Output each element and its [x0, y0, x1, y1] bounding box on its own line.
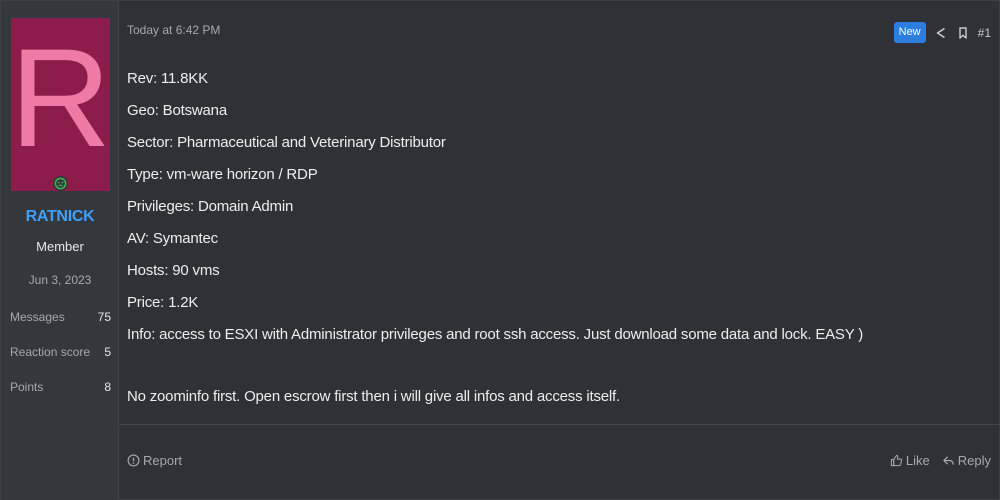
post-line: Sector: Pharmaceutical and Veterinary Di…	[127, 134, 446, 151]
post-date[interactable]: Today at 6:42 PM	[127, 23, 220, 37]
share-icon[interactable]	[934, 26, 948, 40]
stat-points: Points 8	[10, 378, 111, 413]
reply-button[interactable]: Reply	[942, 453, 991, 468]
stat-label: Messages	[10, 310, 65, 324]
post-line: Privileges: Domain Admin	[127, 198, 294, 215]
online-status-icon	[53, 176, 68, 191]
footer-actions: Like Reply	[890, 453, 991, 468]
like-label: Like	[905, 453, 930, 468]
avatar[interactable]: R	[11, 18, 110, 191]
footer-divider	[119, 424, 1000, 425]
username-link[interactable]: RATNICK	[1, 208, 119, 226]
report-button[interactable]: Report	[127, 453, 182, 468]
user-stats: Messages 75 Reaction score 5 Points 8	[10, 308, 111, 413]
reply-label: Reply	[957, 453, 991, 468]
new-badge: New	[893, 22, 926, 43]
post-line: Geo: Botswana	[127, 102, 227, 119]
stat-value: 5	[104, 345, 111, 359]
stat-label: Points	[10, 380, 44, 394]
user-panel: R RATNICK Member Jun 3, 2023 Messages 75…	[1, 1, 119, 500]
bookmark-icon[interactable]	[956, 26, 970, 40]
post-number-link[interactable]: #1	[978, 26, 991, 40]
report-label: Report	[143, 453, 183, 468]
stat-reaction-score: Reaction score 5	[10, 343, 111, 378]
user-title: Member	[36, 239, 84, 254]
thumbs-up-icon	[890, 454, 903, 467]
post-closing-line: No zoominfo first. Open escrow first the…	[127, 388, 620, 405]
avatar-letter: R	[11, 19, 110, 176]
like-button[interactable]: Like	[890, 453, 930, 468]
post-line: Type: vm-ware horizon / RDP	[127, 166, 318, 183]
stat-value: 8	[104, 380, 111, 394]
post-line: Price: 1.2K	[127, 294, 199, 311]
report-icon	[127, 454, 140, 467]
post-footer: Report Like Reply	[127, 453, 991, 468]
stat-messages: Messages 75	[10, 308, 111, 343]
join-date: Jun 3, 2023	[28, 273, 92, 287]
post-line: Info: access to ESXI with Administrator …	[127, 326, 864, 343]
post-body: Rev: 11.8KK Geo: Botswana Sector: Pharma…	[127, 63, 987, 413]
post-line: AV: Symantec	[127, 230, 218, 247]
stat-value: 75	[97, 310, 111, 324]
stat-label: Reaction score	[10, 345, 91, 359]
forum-post: R RATNICK Member Jun 3, 2023 Messages 75…	[0, 0, 1000, 500]
post-main: Today at 6:42 PM New #1 Rev: 11.8KK Geo:…	[119, 1, 1000, 500]
reply-icon	[943, 456, 954, 465]
post-actions-top: New #1	[893, 22, 991, 43]
post-line: Rev: 11.8KK	[127, 70, 208, 87]
post-line: Hosts: 90 vms	[127, 262, 220, 279]
